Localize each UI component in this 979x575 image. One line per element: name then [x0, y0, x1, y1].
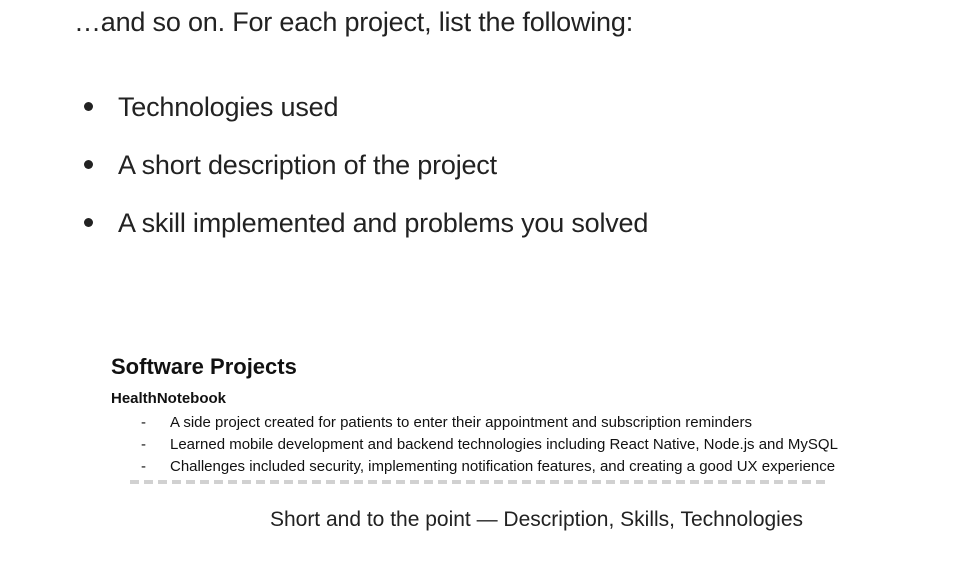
dash-icon: -: [141, 458, 146, 475]
project-name: HealthNotebook: [111, 390, 227, 407]
list-item: A short description of the project: [84, 148, 648, 206]
list-item-text: Challenges included security, implementi…: [170, 458, 836, 475]
bullet-icon: [84, 102, 93, 111]
bullet-icon: [84, 218, 93, 227]
list-item: - Challenges included security, implement…: [141, 456, 838, 478]
list-item-text: Technologies used: [118, 92, 339, 122]
figure-caption: Short and to the point — Description, Sk…: [269, 508, 804, 531]
list-item-text: A short description of the project: [118, 150, 497, 180]
list-item-text: Learned mobile development and backend t…: [170, 436, 838, 453]
cropped-text-line: [130, 480, 830, 484]
project-details-list: - A side project created for patients to …: [141, 412, 838, 478]
list-item: Technologies used: [84, 90, 648, 148]
list-item: A skill implemented and problems you sol…: [84, 206, 649, 264]
resume-example-figure: Software Projects HealthNotebook - A side…: [108, 350, 928, 484]
requirements-list: Technologies used A short description of…: [84, 90, 649, 264]
bullet-icon: [84, 160, 93, 169]
figure-title: Software Projects: [111, 354, 297, 379]
list-item-text: A side project created for patients to e…: [170, 414, 752, 431]
dash-icon: -: [141, 436, 146, 453]
intro-text: …and so on. For each project, list the f…: [74, 7, 633, 37]
list-item: - A side project created for patients to …: [141, 412, 838, 434]
dash-icon: -: [141, 414, 146, 431]
list-item: - Learned mobile development and backend …: [141, 434, 838, 456]
list-item-text: A skill implemented and problems you sol…: [118, 208, 649, 238]
